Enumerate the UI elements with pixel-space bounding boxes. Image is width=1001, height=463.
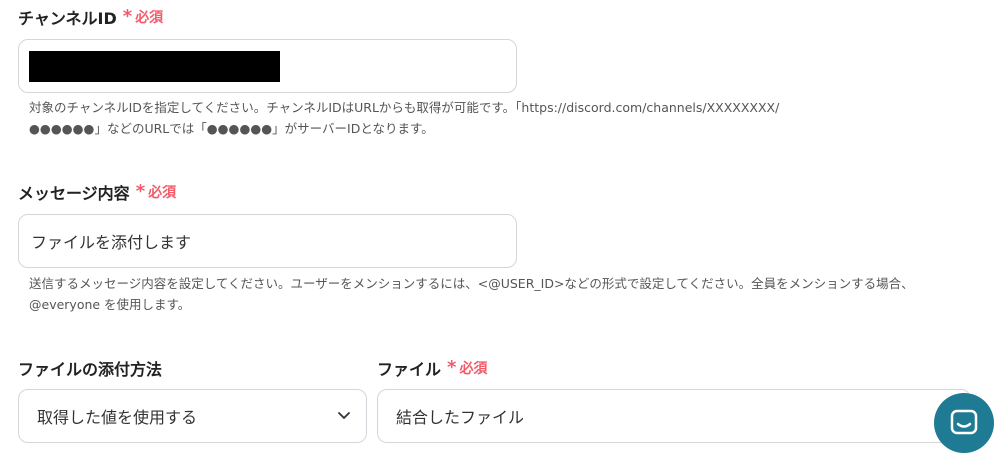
required-text: 必須 [459, 361, 488, 377]
required-asterisk: * [122, 6, 133, 27]
file-label-text: ファイル [377, 360, 442, 379]
required-badge: * 必須 [447, 358, 487, 378]
attach-method-label-text: ファイルの添付方法 [18, 360, 163, 379]
channel-id-label: チャンネルID * 必須 [18, 5, 163, 29]
message-label-text: メッセージ内容 [18, 184, 130, 203]
redaction-block [29, 51, 280, 82]
chat-bubble-icon [950, 409, 978, 435]
chat-launcher-button[interactable] [934, 393, 994, 453]
required-text: 必須 [148, 185, 177, 201]
file-value: 結合したファイル [396, 408, 525, 427]
message-input[interactable]: ファイルを添付します [18, 214, 517, 268]
required-text: 必須 [135, 10, 164, 26]
file-input[interactable]: 結合したファイル [377, 389, 971, 443]
attach-method-selected: 取得した値を使用する [37, 408, 198, 427]
chevron-down-icon [338, 412, 350, 419]
message-label: メッセージ内容 * 必須 [18, 180, 176, 204]
channel-id-label-text: チャンネルID [18, 9, 117, 28]
file-label: ファイル * 必須 [377, 356, 487, 380]
message-help-line1: 送信するメッセージ内容を設定してください。ユーザーをメンションするには、<@US… [29, 276, 914, 291]
message-help-line2: @everyone を使用します。 [29, 297, 191, 312]
required-asterisk: * [135, 181, 146, 202]
channel-id-help-line2: ●●●●●●」などのURLでは「●●●●●●」がサーバーIDとなります。 [29, 121, 434, 136]
channel-id-help-line1: 対象のチャンネルIDを指定してください。チャンネルIDはURLからも取得が可能で… [29, 100, 780, 115]
required-badge: * 必須 [123, 7, 163, 27]
attach-method-select[interactable]: 取得した値を使用する [18, 389, 367, 443]
message-value: ファイルを添付します [31, 233, 192, 252]
required-asterisk: * [447, 357, 457, 378]
attach-method-label: ファイルの添付方法 [18, 356, 162, 380]
required-badge: * 必須 [136, 182, 176, 202]
